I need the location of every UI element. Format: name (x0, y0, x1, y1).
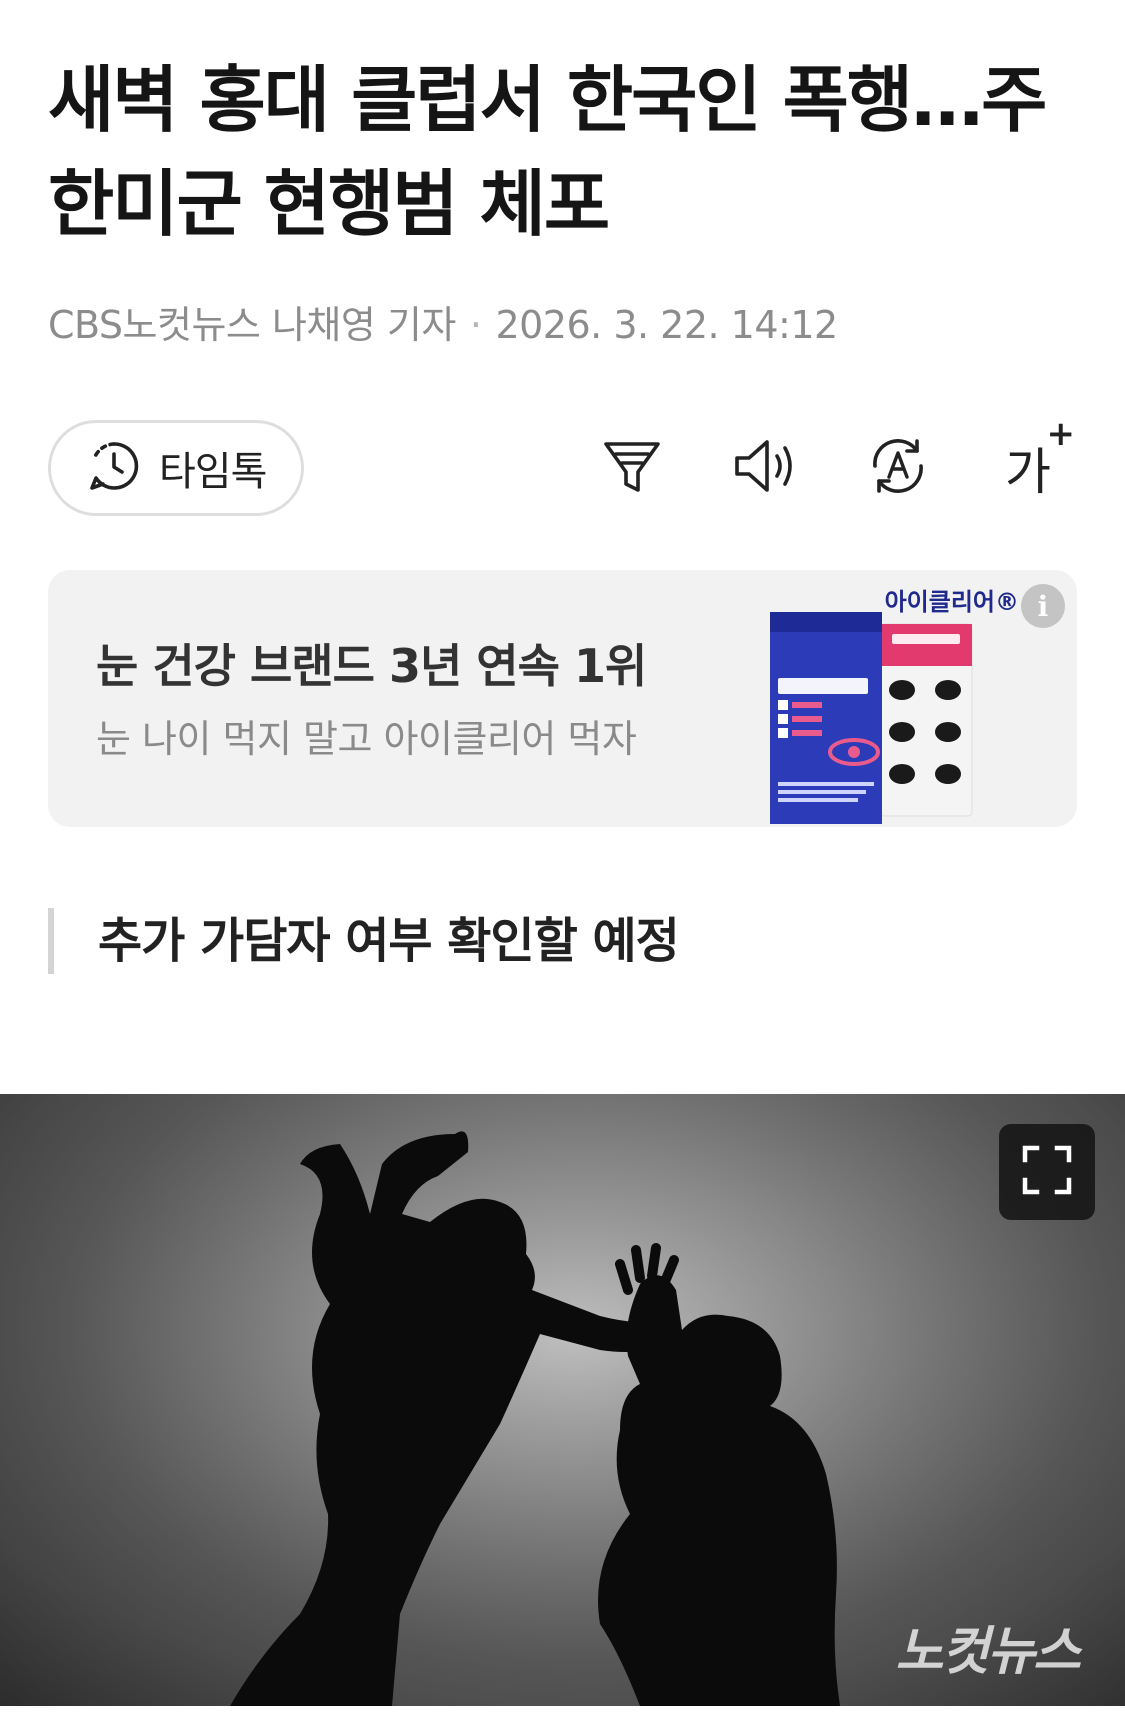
ad-title: 눈 건강 브랜드 3년 연속 1위 (96, 639, 647, 693)
timetalk-label: 타임톡 (159, 449, 267, 495)
fullscreen-button[interactable] (999, 1124, 1095, 1220)
product-image (770, 610, 980, 826)
article-headline: 새벽 홍대 클럽서 한국인 폭행…주한미군 현행범 체포 (48, 58, 1047, 246)
font-size-button[interactable]: 가 + (990, 414, 1075, 506)
timetalk-button[interactable]: 타임톡 (48, 420, 304, 516)
article-photo[interactable]: 노컷뉴스 (0, 1094, 1125, 1706)
filter-icon (600, 434, 664, 502)
publish-date: 2026. 3. 22. 14:12 (495, 303, 838, 347)
ad-subtitle: 눈 나이 먹지 말고 아이클리어 먹자 (96, 717, 637, 761)
translate-icon (865, 433, 931, 503)
author: CBS노컷뉴스 나채영 기자 (48, 303, 456, 347)
ad-banner[interactable]: 눈 건강 브랜드 3년 연속 1위 눈 나이 먹지 말고 아이클리어 먹자 아이… (48, 570, 1077, 827)
photo-watermark: 노컷뉴스 (895, 1622, 1081, 1682)
clock-chat-icon (87, 439, 141, 497)
fullscreen-icon (1021, 1144, 1073, 1200)
font-size-icon: 가 + (1005, 414, 1075, 501)
article-subheading: 추가 가담자 여부 확인할 예정 (48, 908, 680, 974)
byline-separator: · (469, 303, 482, 347)
bottom-divider (0, 1706, 1125, 1723)
translate-button[interactable] (860, 430, 936, 506)
info-icon[interactable]: i (1021, 584, 1065, 628)
article-byline: CBS노컷뉴스 나채영 기자 · 2026. 3. 22. 14:12 (48, 294, 838, 349)
speaker-icon (731, 434, 801, 502)
read-aloud-button[interactable] (728, 430, 804, 506)
filter-button[interactable] (594, 430, 670, 506)
